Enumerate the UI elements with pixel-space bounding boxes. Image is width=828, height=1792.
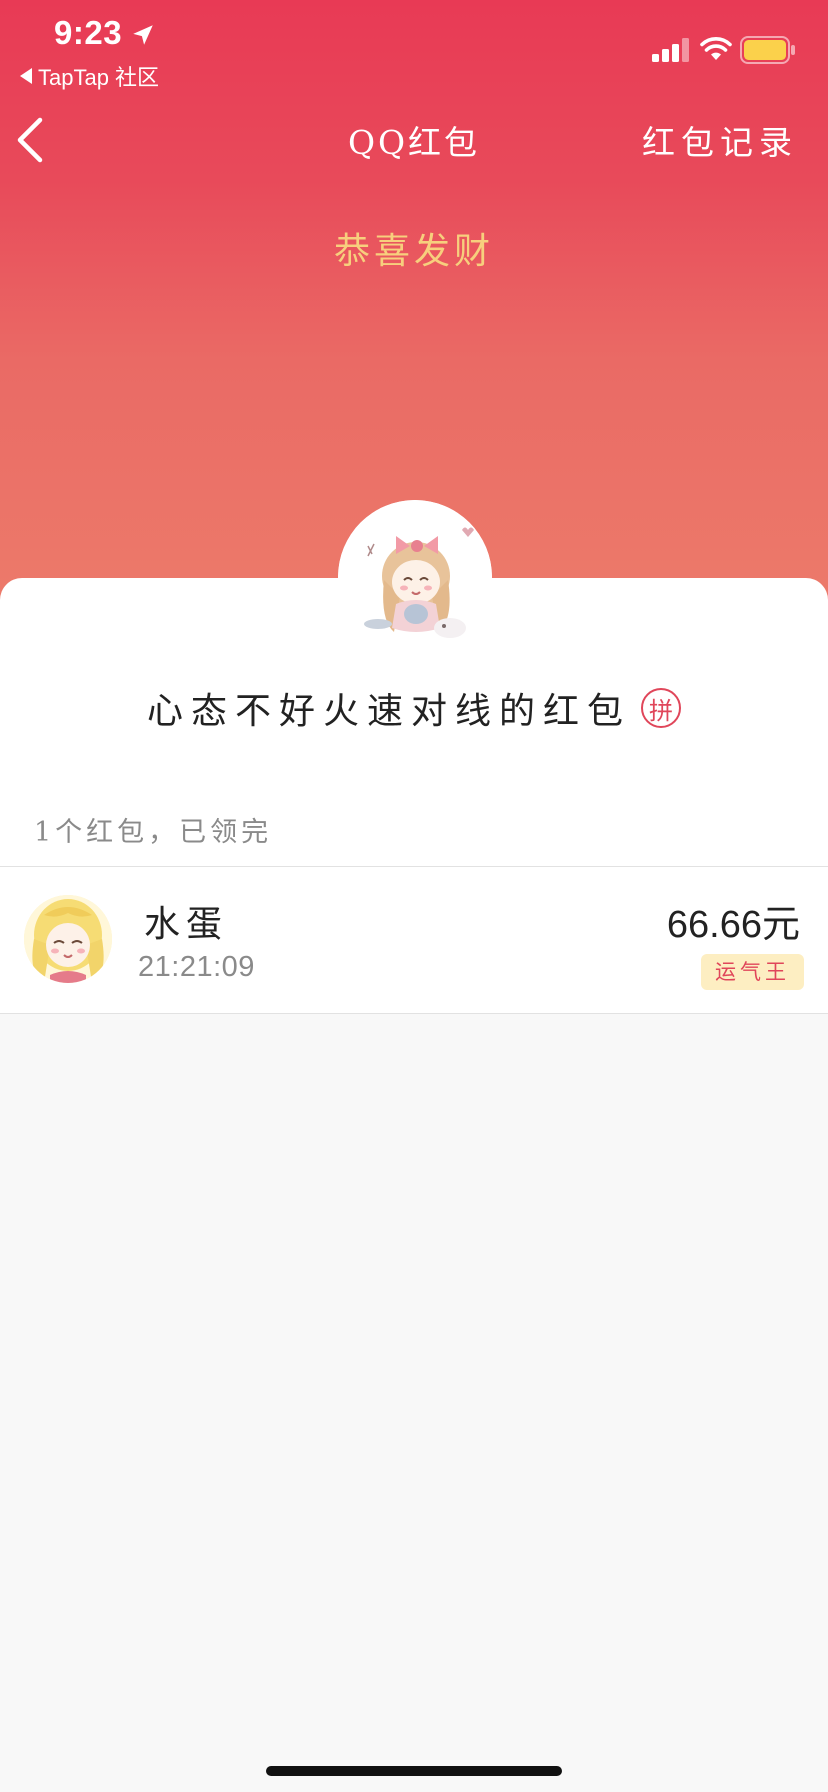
packet-summary: 1个红包，已领完 bbox=[34, 817, 273, 848]
records-button[interactable]: 红包记录 bbox=[642, 116, 798, 164]
status-time: 9:23 bbox=[54, 14, 123, 51]
back-app-label: TapTap 社区 bbox=[38, 65, 160, 90]
red-packet-detail-page: 9:23 TapTap 社区 QQ红包 红包记录 恭喜发财 心态不好火速对线的红… bbox=[0, 0, 828, 1792]
packet-title: 心态不好火速对线的红包 拼 bbox=[0, 682, 828, 734]
recipient-avatar-illustration bbox=[24, 895, 112, 983]
back-to-app-link[interactable]: TapTap 社区 bbox=[20, 60, 159, 92]
luck-king-badge: 运气王 bbox=[701, 954, 804, 990]
recipient-name: 水蛋 bbox=[144, 904, 229, 945]
battery-icon bbox=[740, 36, 795, 64]
recipient-row[interactable]: 水蛋 21:21:09 66.66元 运气王 bbox=[0, 867, 828, 1013]
home-indicator[interactable] bbox=[266, 1766, 562, 1776]
recipient-time: 21:21:09 bbox=[138, 951, 255, 983]
packet-title-text: 心态不好火速对线的红包 bbox=[146, 691, 631, 732]
recipient-amount: 66.66元 bbox=[666, 904, 800, 946]
divider bbox=[0, 1013, 828, 1014]
location-arrow-icon bbox=[133, 25, 153, 45]
sender-avatar-illustration bbox=[338, 500, 492, 654]
back-triangle-icon bbox=[20, 68, 32, 84]
pin-badge: 拼 bbox=[641, 688, 681, 728]
greeting-text: 恭喜发财 bbox=[333, 231, 494, 272]
status-bar: 9:23 TapTap 社区 bbox=[0, 0, 828, 96]
wifi-icon bbox=[700, 37, 732, 60]
sender-avatar[interactable] bbox=[338, 500, 492, 654]
recipient-avatar[interactable] bbox=[24, 895, 112, 983]
signal-icon bbox=[652, 38, 689, 62]
